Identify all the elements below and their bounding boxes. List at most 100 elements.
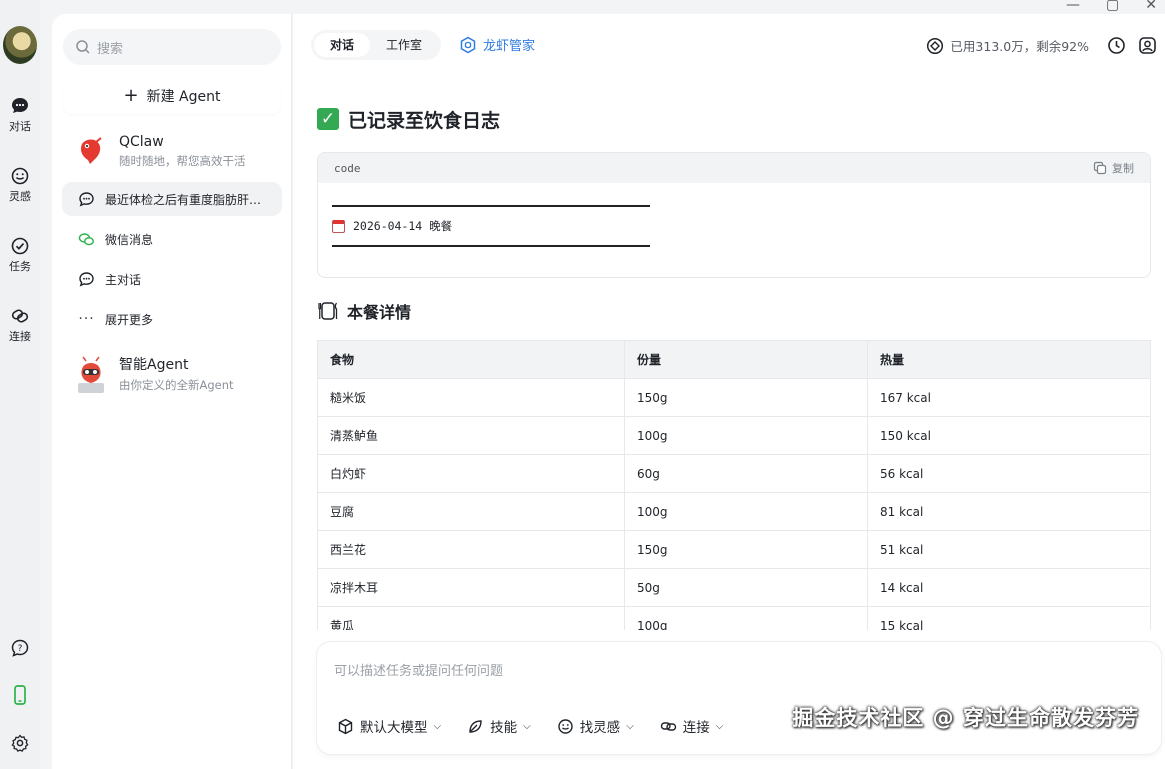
composer-toolbar: 默认大模型 ⌵ 技能 ⌵ 找灵感 ⌵ 连接 ⌵ bbox=[337, 716, 723, 736]
rail-item-chat[interactable]: 对话 bbox=[0, 96, 40, 134]
chat-icon bbox=[12, 98, 28, 113]
table-row: 糙米饭 150g 167 kcal bbox=[317, 378, 1151, 417]
food-cell: 黄瓜 bbox=[317, 606, 625, 630]
food-cell: 豆腐 bbox=[317, 492, 625, 531]
table-row: 西兰花 150g 51 kcal bbox=[317, 530, 1151, 569]
app-rail: 对话 灵感 任务 连接 ? bbox=[0, 0, 40, 769]
food-cell: 西兰花 bbox=[317, 530, 625, 569]
code-header: code 复制 bbox=[318, 153, 1150, 183]
smile-icon bbox=[557, 718, 573, 734]
sidebar-item-main-chat[interactable]: 主对话 bbox=[62, 262, 282, 296]
sidebar-item-expand-more[interactable]: ··· 展开更多 bbox=[62, 302, 282, 336]
settings-button[interactable] bbox=[0, 733, 40, 757]
link-icon bbox=[11, 309, 29, 323]
search-placeholder: 搜索 bbox=[97, 41, 124, 57]
close-icon[interactable]: ✕ bbox=[1145, 0, 1157, 12]
help-button[interactable]: ? bbox=[0, 638, 40, 662]
search-icon bbox=[76, 40, 90, 54]
chat-bubble-icon bbox=[79, 191, 94, 207]
table-row: 白灼虾 60g 56 kcal bbox=[317, 454, 1151, 493]
skills-select[interactable]: 技能 ⌵ bbox=[467, 716, 531, 736]
portion-cell: 100g bbox=[624, 606, 868, 630]
portion-cell: 50g bbox=[624, 568, 868, 607]
wechat-icon bbox=[78, 232, 95, 245]
gear-icon bbox=[11, 734, 29, 752]
copy-label: 复制 bbox=[1112, 162, 1134, 175]
new-agent-button[interactable]: + 新建 Agent bbox=[63, 78, 281, 114]
code-lang: code bbox=[334, 161, 361, 175]
rail-item-tasks[interactable]: 任务 bbox=[0, 236, 40, 274]
main-chat-label: 主对话 bbox=[105, 272, 142, 287]
meal-table: 食物 份量 热量 糙米饭 150g 167 kcal 清蒸鲈鱼 100g 150 kca… bbox=[317, 340, 1151, 630]
smile-icon bbox=[11, 167, 29, 185]
maximize-icon[interactable]: ▢ bbox=[1106, 0, 1119, 12]
chevron-down-icon: ⌵ bbox=[433, 720, 442, 732]
food-cell: 清蒸鲈鱼 bbox=[317, 416, 625, 455]
smart-agent-desc: 由你定义的全新Agent bbox=[119, 378, 234, 392]
portion-cell: 100g bbox=[624, 416, 868, 455]
conversation-label: 最近体检之后有重度脂肪肝… bbox=[105, 192, 262, 207]
chevron-down-icon: ⌵ bbox=[715, 720, 724, 732]
table-row: 豆腐 100g 81 kcal bbox=[317, 492, 1151, 531]
code-body: 2026-04-14 晚餐 bbox=[318, 183, 1150, 269]
agent-smart[interactable]: 智能Agent 由你定义的全新Agent bbox=[72, 354, 234, 393]
skills-label: 技能 bbox=[490, 720, 518, 736]
sidebar-item-wechat[interactable]: 微信消息 bbox=[62, 222, 282, 256]
col-calories: 热量 bbox=[867, 340, 1151, 379]
conversation-item-fatty-liver[interactable]: 最近体检之后有重度脂肪肝… bbox=[62, 182, 282, 216]
more-icon: ··· bbox=[78, 311, 95, 327]
meal-date: 2026-04-14 晚餐 bbox=[353, 219, 453, 233]
message-heading: ✓ 已记录至饮食日志 bbox=[317, 104, 1151, 134]
rail-item-connect[interactable]: 连接 bbox=[0, 306, 40, 344]
calories-cell: 167 kcal bbox=[867, 378, 1151, 417]
message-title: 已记录至饮食日志 bbox=[348, 109, 501, 132]
search-input[interactable]: 搜索 bbox=[63, 29, 281, 65]
sidebar: 搜索 + 新建 Agent QClaw 随时随地，帮您高效干活 最近体检之后有重… bbox=[52, 14, 292, 769]
rail-label-chat: 对话 bbox=[9, 120, 31, 133]
composer-input[interactable]: 可以描述任务或提问任何问题 bbox=[334, 660, 503, 679]
phone-icon bbox=[14, 685, 26, 705]
check-mark-icon: ✓ bbox=[317, 108, 339, 130]
model-select[interactable]: 默认大模型 ⌵ bbox=[337, 716, 441, 736]
new-agent-label: 新建 Agent bbox=[146, 89, 221, 105]
butler-label: 龙虾管家 bbox=[483, 39, 536, 54]
calories-cell: 15 kcal bbox=[867, 606, 1151, 630]
smart-agent-name: 智能Agent bbox=[119, 357, 189, 373]
user-avatar[interactable] bbox=[3, 26, 37, 64]
rail-item-inspiration[interactable]: 灵感 bbox=[0, 166, 40, 204]
rail-label-tasks: 任务 bbox=[9, 260, 31, 273]
minimize-icon[interactable]: — bbox=[1066, 0, 1080, 12]
clock-icon[interactable] bbox=[1107, 36, 1126, 55]
watermark: 掘金技术社区 @ 穿过生命散发芬芳 bbox=[792, 706, 1139, 730]
calories-cell: 51 kcal bbox=[867, 530, 1151, 569]
butler-link[interactable]: 龙虾管家 bbox=[459, 35, 535, 54]
chevron-down-icon: ⌵ bbox=[626, 720, 634, 732]
copy-button[interactable]: 复制 bbox=[1093, 160, 1134, 176]
inspiration-select[interactable]: 找灵感 ⌵ bbox=[557, 716, 634, 736]
copy-icon bbox=[1093, 161, 1107, 175]
connect-select[interactable]: 连接 ⌵ bbox=[660, 716, 724, 736]
chat-bubble-icon bbox=[79, 271, 94, 287]
message-content: ✓ 已记录至饮食日志 code 复制 2026-04-14 晚餐 本餐详情 食物… bbox=[317, 104, 1151, 630]
portion-cell: 150g bbox=[624, 530, 868, 569]
link-icon bbox=[660, 721, 676, 731]
divider-line bbox=[332, 245, 650, 247]
composer[interactable]: 可以描述任务或提问任何问题 默认大模型 ⌵ 技能 ⌵ 找灵感 ⌵ 连接 ⌵ 掘金… bbox=[317, 642, 1161, 754]
table-header-row: 食物 份量 热量 bbox=[317, 340, 1151, 379]
qclaw-logo bbox=[72, 132, 110, 170]
table-row: 黄瓜 100g 15 kcal bbox=[317, 606, 1151, 630]
phone-button[interactable] bbox=[0, 684, 40, 710]
quota-text: 已用313.0万，剩余92% bbox=[950, 39, 1089, 54]
agent-qclaw[interactable]: QClaw 随时随地，帮您高效干活 bbox=[72, 132, 246, 170]
token-icon bbox=[927, 37, 944, 54]
user-icon[interactable] bbox=[1138, 36, 1157, 55]
expand-more-label: 展开更多 bbox=[105, 312, 154, 327]
tab-studio[interactable]: 工作室 bbox=[370, 33, 438, 57]
help-icon: ? bbox=[11, 639, 29, 657]
header-actions bbox=[1107, 36, 1157, 55]
inspiration-label: 找灵感 bbox=[579, 720, 621, 736]
mode-tabs: 对话 工作室 bbox=[311, 30, 442, 60]
food-cell: 糙米饭 bbox=[317, 378, 625, 417]
tab-chat[interactable]: 对话 bbox=[314, 33, 371, 57]
calories-cell: 150 kcal bbox=[867, 416, 1151, 455]
